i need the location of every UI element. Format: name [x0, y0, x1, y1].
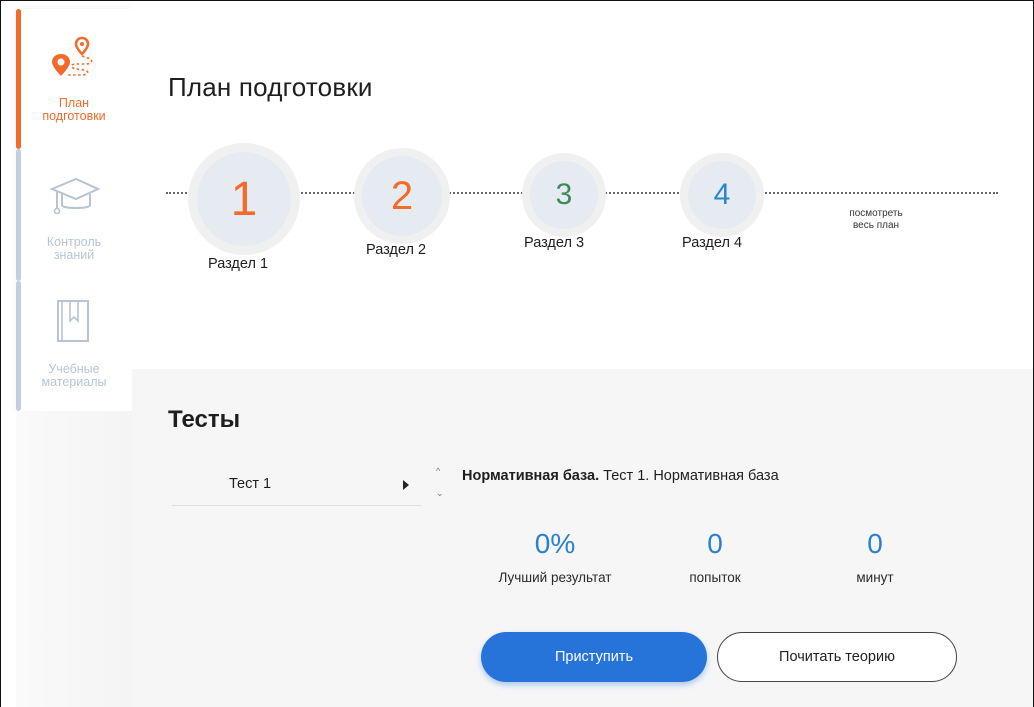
page-title: План подготовки [168, 72, 373, 102]
stat-caption: минут [856, 570, 894, 585]
sidebar-item-label: План подготовки [42, 96, 106, 123]
step-label: Раздел 2 [366, 242, 427, 258]
sidebar-item-label: Контроль знаний [46, 235, 102, 262]
plan-step-3[interactable]: 3 Раздел 3 [522, 153, 606, 251]
inactive-indicator [16, 281, 21, 411]
plan-step-2[interactable]: 2 Раздел 2 [354, 148, 450, 258]
stat-best-result: 0% Лучший результат [470, 528, 640, 585]
test-label: Тест 1 [229, 476, 272, 492]
sidebar: План подготовки Контроль знаний Учебные … [16, 1, 132, 707]
test-list-scroller[interactable]: ^ ⌄ [434, 466, 444, 502]
caret-right-icon [403, 480, 409, 490]
inactive-indicator [16, 149, 21, 281]
plan-step-4[interactable]: 4 Раздел 4 [680, 153, 764, 251]
start-button[interactable]: Приступить [481, 632, 707, 682]
test-title: Нормативная база. Тест 1. Нормативная ба… [462, 468, 779, 484]
read-theory-button[interactable]: Почитать теорию [717, 632, 957, 682]
route-pin-icon [48, 34, 100, 86]
graduation-cap-icon [48, 169, 101, 221]
stat-value: 0 [707, 528, 723, 559]
step-number: 3 [530, 161, 598, 229]
sidebar-item-plan[interactable]: План подготовки [16, 9, 132, 149]
sidebar-footer [16, 411, 132, 707]
book-icon [48, 295, 100, 347]
step-number: 1 [197, 152, 291, 246]
step-label: Раздел 1 [208, 256, 269, 272]
sidebar-item-materials[interactable]: Учебные материалы [16, 281, 132, 411]
stat-attempts: 0 попыток [670, 528, 760, 585]
chevron-up-icon[interactable]: ^ [436, 466, 440, 476]
sidebar-item-label: Учебные материалы [41, 362, 107, 389]
chevron-down-icon[interactable]: ⌄ [436, 488, 444, 499]
test-title-bold: Нормативная база. [462, 468, 600, 484]
sidebar-item-control[interactable]: Контроль знаний [16, 149, 132, 281]
plan-step-1[interactable]: 1 Раздел 1 [188, 143, 300, 272]
step-number: 2 [362, 156, 442, 236]
view-all-line2: весь план [852, 220, 900, 231]
stat-caption: попыток [689, 570, 741, 585]
stat-value: 0 [867, 528, 883, 559]
active-indicator [16, 9, 21, 149]
step-label: Раздел 4 [682, 235, 743, 251]
tests-title: Тесты [168, 406, 241, 433]
view-all-plan-link[interactable]: посмотреть весь план [836, 208, 916, 232]
step-label: Раздел 3 [524, 235, 585, 251]
stat-caption: Лучший результат [498, 570, 612, 585]
test-title-rest: Тест 1. Нормативная база [599, 468, 779, 484]
view-all-line1: посмотреть [849, 208, 903, 219]
test-list-item[interactable]: Тест 1 [172, 466, 422, 506]
stat-value: 0% [534, 528, 576, 559]
stat-minutes: 0 минут [830, 528, 920, 585]
step-number: 4 [688, 161, 756, 229]
